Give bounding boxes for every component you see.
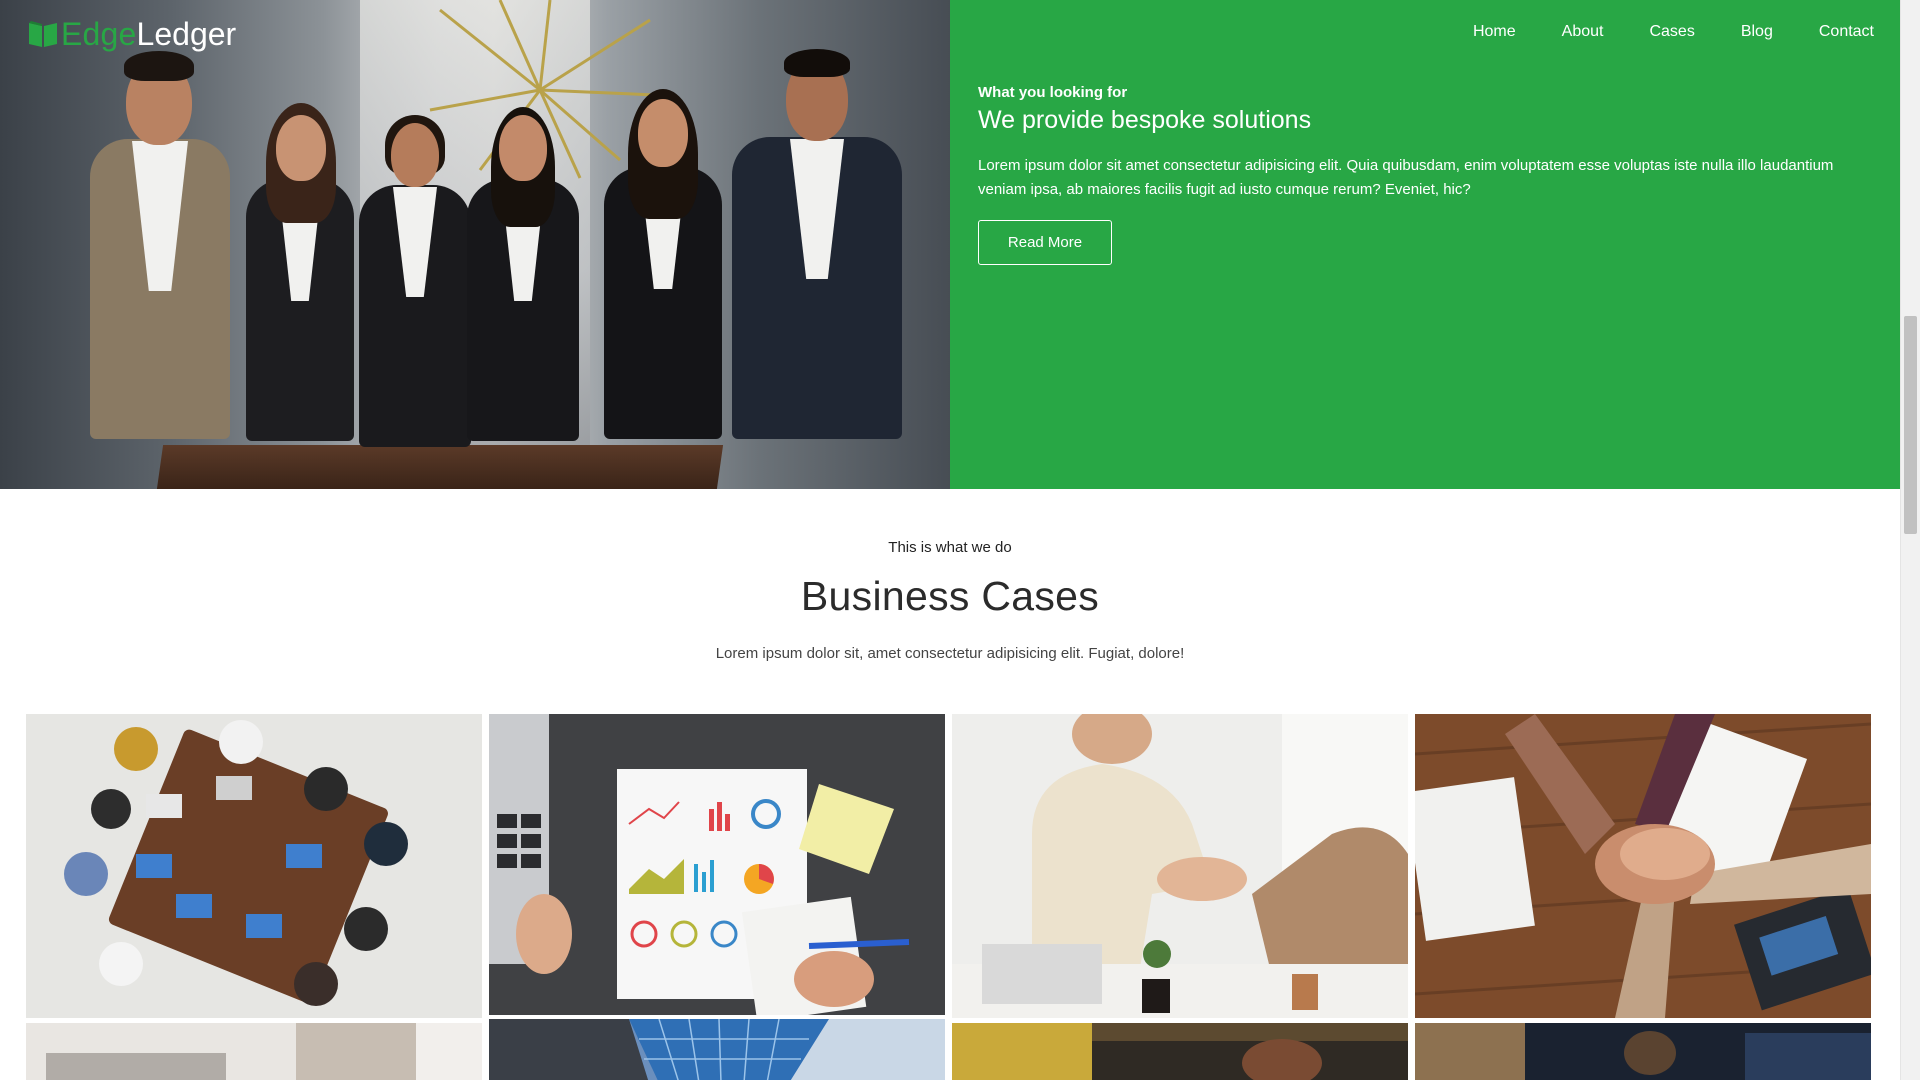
section-title: Business Cases bbox=[800, 573, 1100, 619]
page: What you looking for We provide bespoke … bbox=[0, 0, 1900, 1080]
cafe-workspace-image bbox=[952, 1023, 1408, 1080]
section-subtitle: Lorem ipsum dolor sit, amet consectetur … bbox=[715, 645, 1185, 662]
hero-green-panel: What you looking for We provide bespoke … bbox=[950, 0, 1900, 489]
page-scrollbar[interactable] bbox=[1900, 0, 1920, 1080]
handshake-image bbox=[952, 714, 1408, 1018]
case-tile-cafe[interactable] bbox=[952, 1023, 1408, 1080]
hero-section: What you looking for We provide bespoke … bbox=[0, 0, 1900, 489]
section-eyebrow: This is what we do bbox=[888, 539, 1012, 556]
brand-name-edge: Edge bbox=[61, 15, 137, 52]
skyscraper-image bbox=[489, 1019, 945, 1080]
team-hands-image bbox=[1415, 714, 1871, 1018]
scrollbar-thumb[interactable] bbox=[1904, 316, 1917, 534]
brand-logo[interactable]: Edge Ledger bbox=[27, 14, 236, 54]
nav-contact[interactable]: Contact bbox=[1796, 20, 1900, 44]
read-more-button[interactable]: Read More bbox=[978, 220, 1112, 265]
dark-office-image bbox=[1415, 1023, 1871, 1080]
case-tile-laptop[interactable] bbox=[26, 1023, 482, 1080]
main-nav: Home About Cases Blog Contact bbox=[1450, 20, 1900, 44]
nav-blog[interactable]: Blog bbox=[1718, 20, 1796, 44]
case-tile-building[interactable] bbox=[489, 1019, 945, 1080]
charts-report-image bbox=[489, 714, 945, 1015]
nav-cases[interactable]: Cases bbox=[1626, 20, 1717, 44]
hero-text-block: What you looking for We provide bespoke … bbox=[978, 84, 1858, 265]
meeting-table-image bbox=[26, 714, 482, 1018]
case-tile-teamwork[interactable] bbox=[1415, 714, 1871, 1018]
hero-body-text: Lorem ipsum dolor sit amet consectetur a… bbox=[978, 157, 1834, 198]
case-tile-report[interactable] bbox=[489, 714, 945, 1015]
laptop-room-image bbox=[26, 1023, 482, 1080]
case-tile-handshake[interactable] bbox=[952, 714, 1408, 1018]
hero-headline: We provide bespoke solutions bbox=[978, 106, 1312, 134]
navbar: Edge Ledger Home About Cases Blog Contac… bbox=[0, 0, 1900, 66]
hero-eyebrow: What you looking for bbox=[978, 84, 1128, 101]
nav-about[interactable]: About bbox=[1539, 20, 1627, 44]
brand-name-ledger: Ledger bbox=[136, 15, 237, 52]
nav-home[interactable]: Home bbox=[1450, 20, 1539, 44]
case-tile-dark-office[interactable] bbox=[1415, 1023, 1871, 1080]
business-cases-section: This is what we do Business Cases Lorem … bbox=[0, 489, 1900, 664]
hero-team-photo bbox=[0, 0, 950, 489]
book-icon bbox=[27, 20, 59, 48]
case-tile-meeting[interactable] bbox=[26, 714, 482, 1018]
